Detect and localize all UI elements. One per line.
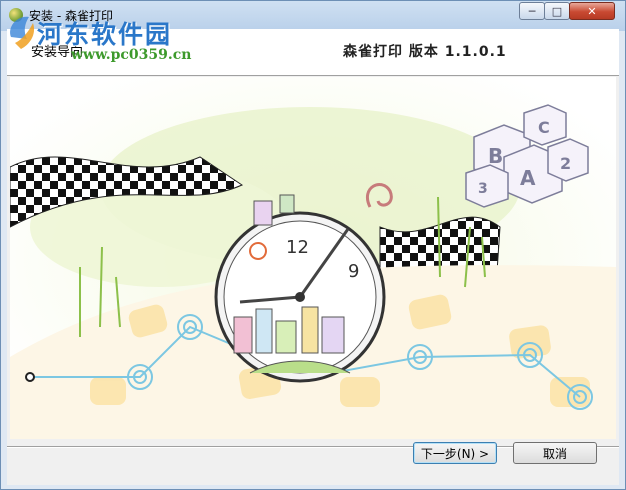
banner-illustration: 12 9 B A C 2 3 xyxy=(10,77,616,439)
wizard-client-area: 安装导向 森雀打印 版本 1.1.0.1 河东软件园 www.pc0359.cn xyxy=(7,16,619,485)
wizard-banner-image: 12 9 B A C 2 3 xyxy=(10,77,616,439)
product-version: 森雀打印 版本 1.1.0.1 xyxy=(343,44,507,60)
watermark-site-name: 河东软件园 xyxy=(37,20,173,49)
block-letter-b: B xyxy=(488,144,503,168)
block-letter-a: A xyxy=(520,166,536,190)
clock-number-12: 12 xyxy=(286,237,309,258)
close-icon: ✕ xyxy=(587,4,597,18)
clock-number-9: 9 xyxy=(348,261,359,282)
wizard-header: 安装导向 森雀打印 版本 1.1.0.1 河东软件园 www.pc0359.cn xyxy=(7,16,619,76)
block-number-3: 3 xyxy=(478,181,488,197)
installer-window: 安装 - 森雀打印 ─ □ ✕ 安装导向 森雀打印 版本 1.1.0.1 河东软… xyxy=(0,0,626,490)
minimize-button[interactable]: ─ xyxy=(519,2,545,20)
close-button[interactable]: ✕ xyxy=(569,2,615,20)
block-number-2: 2 xyxy=(560,154,571,173)
block-letter-c: C xyxy=(538,118,550,137)
maximize-icon: □ xyxy=(551,4,563,18)
next-button[interactable]: 下一步(N) > xyxy=(413,442,497,464)
maximize-button[interactable]: □ xyxy=(544,2,570,20)
minimize-icon: ─ xyxy=(528,4,536,18)
cancel-button[interactable]: 取消 xyxy=(513,442,597,464)
watermark-url: www.pc0359.cn xyxy=(71,47,192,63)
